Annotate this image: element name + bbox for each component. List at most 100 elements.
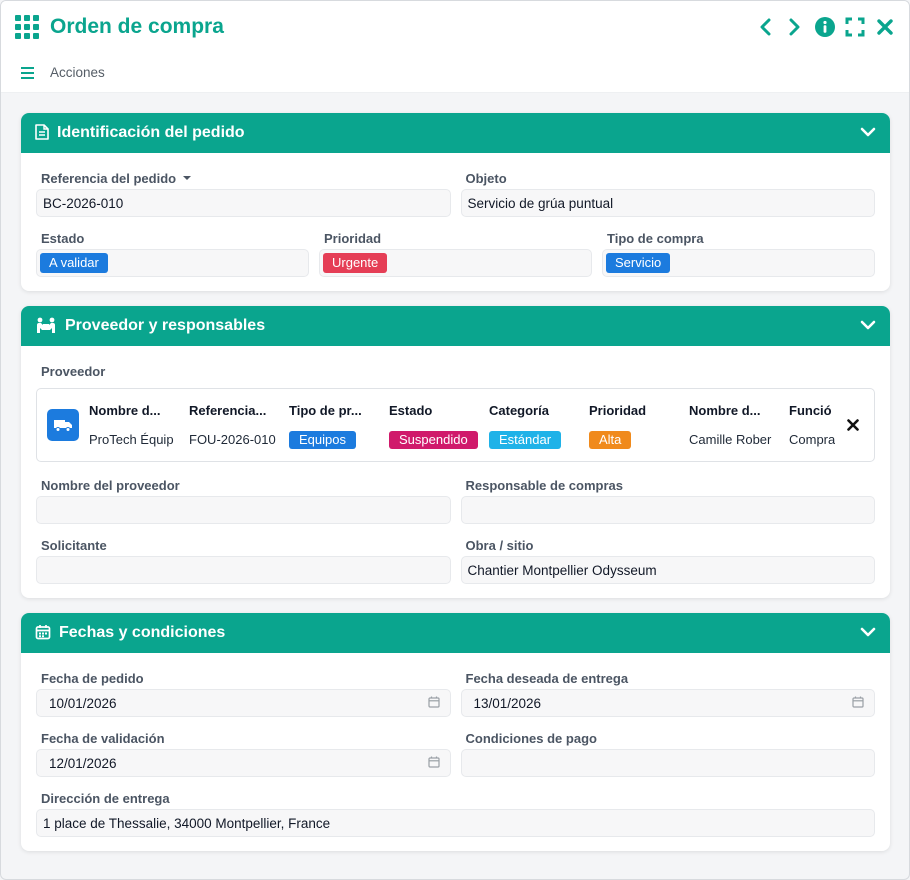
actions-menu-label[interactable]: Acciones xyxy=(50,65,105,80)
reference-label[interactable]: Referencia del pedido xyxy=(36,167,451,189)
next-icon[interactable] xyxy=(785,16,805,38)
supplier-card-column: Estado Suspendido xyxy=(389,401,489,450)
validation-date-input[interactable]: 12/01/2026 xyxy=(36,749,451,777)
order-date-input[interactable]: 10/01/2026 xyxy=(36,689,451,717)
window-actions xyxy=(755,16,895,38)
column-value: Alta xyxy=(589,430,689,450)
dates-panel-header[interactable]: Fechas y condiciones xyxy=(21,613,890,653)
status-label: Estado xyxy=(41,230,85,246)
supplier-panel-header[interactable]: Proveedor y responsables xyxy=(21,306,890,346)
document-icon xyxy=(35,123,49,143)
reference-label-text: Referencia del pedido xyxy=(41,170,177,186)
column-value: Camille Rober xyxy=(689,431,772,447)
status-field: Estado A validar xyxy=(36,227,309,277)
remove-supplier-icon[interactable] xyxy=(842,419,864,431)
column-value: ProTech Équip xyxy=(89,431,174,447)
supplier-card-column: Nombre d... Camille Rober xyxy=(689,401,789,450)
column-value: Estándar xyxy=(489,430,589,450)
supplier-card-column: Tipo de pr... Equipos xyxy=(289,401,389,450)
truck-icon xyxy=(47,409,79,441)
priority-label: Prioridad xyxy=(324,230,382,246)
purchase-type-badge: Servicio xyxy=(606,253,671,273)
supplier-name-label: Nombre del proveedor xyxy=(41,477,180,493)
site-input[interactable]: Chantier Montpellier Odysseum xyxy=(460,556,875,584)
chevron-down-icon[interactable] xyxy=(860,625,876,641)
validation-date-label: Fecha de validación xyxy=(41,730,165,746)
supplier-card-column: Categoría Estándar xyxy=(489,401,589,450)
reference-input[interactable]: BC-2026-010 xyxy=(36,189,451,217)
order-date-field: Fecha de pedido 10/01/2026 xyxy=(36,667,451,717)
site-field: Obra / sitio Chantier Montpellier Odysse… xyxy=(460,534,875,584)
close-icon[interactable] xyxy=(875,16,895,38)
purchasing-manager-field: Responsable de compras xyxy=(460,474,875,524)
requester-input[interactable] xyxy=(36,556,451,584)
requester-label: Solicitante xyxy=(41,537,107,553)
calendar-picker-icon[interactable] xyxy=(427,756,440,771)
priority-field: Prioridad Urgente xyxy=(319,227,592,277)
desired-delivery-label: Fecha deseada de entrega xyxy=(465,670,629,686)
actions-bar: Acciones xyxy=(1,53,909,93)
calendar-picker-icon[interactable] xyxy=(852,696,864,711)
status-badge: A validar xyxy=(40,253,108,273)
supplier-card-column: Funció Compra xyxy=(789,401,835,450)
desired-delivery-value: 13/01/2026 xyxy=(473,695,542,711)
site-label: Obra / sitio xyxy=(465,537,534,553)
calendar-icon xyxy=(35,624,51,643)
caret-down-icon[interactable] xyxy=(182,174,192,182)
chevron-down-icon[interactable] xyxy=(860,318,876,334)
supplier-card-column: Referencia... FOU-2026-010 xyxy=(189,401,289,450)
identification-panel-header[interactable]: Identificación del pedido xyxy=(21,113,890,153)
delivery-address-input[interactable]: 1 place de Thessalie, 34000 Montpellier,… xyxy=(36,809,875,837)
object-field: Objeto Servicio de grúa puntual xyxy=(460,167,875,217)
column-value: FOU-2026-010 xyxy=(189,431,276,447)
identification-panel: Identificación del pedido Referencia del… xyxy=(21,113,890,291)
supplier-card-columns: Nombre d... ProTech Équip Referencia... … xyxy=(89,401,838,450)
column-header: Categoría xyxy=(489,402,549,418)
title-bar: Orden de compra xyxy=(1,1,909,53)
purchasing-manager-input[interactable] xyxy=(460,496,875,524)
app-grid-icon[interactable] xyxy=(15,15,39,39)
product-type-badge: Equipos xyxy=(289,430,356,449)
fullscreen-icon[interactable] xyxy=(845,16,865,38)
category-badge: Estándar xyxy=(489,430,562,449)
people-icon xyxy=(35,316,57,337)
info-icon[interactable] xyxy=(815,16,835,38)
dates-panel-body: Fecha de pedido 10/01/2026 Fecha deseada… xyxy=(21,653,890,851)
reference-field: Referencia del pedido BC-2026-010 xyxy=(36,167,451,217)
priority-badge: Urgente xyxy=(323,253,388,273)
purchase-type-field: Tipo de compra Servicio xyxy=(602,227,875,277)
purchase-type-label: Tipo de compra xyxy=(607,230,704,246)
previous-icon[interactable] xyxy=(755,16,775,38)
column-header: Prioridad xyxy=(589,402,647,418)
menu-icon[interactable] xyxy=(21,66,34,79)
calendar-picker-icon[interactable] xyxy=(427,696,440,711)
delivery-address-label: Dirección de entrega xyxy=(41,790,170,806)
identification-panel-title: Identificación del pedido xyxy=(57,124,245,141)
priority-select[interactable]: Urgente xyxy=(319,249,592,277)
payment-terms-field: Condiciones de pago xyxy=(460,727,875,777)
supplier-panel-body: Proveedor Nombre d... ProTech Équip Refe… xyxy=(21,346,890,598)
supplier-status-badge: Suspendido xyxy=(389,430,478,449)
chevron-down-icon[interactable] xyxy=(860,125,876,141)
column-header: Nombre d... xyxy=(689,402,761,418)
payment-terms-input[interactable] xyxy=(460,749,875,777)
desired-delivery-input[interactable]: 13/01/2026 xyxy=(460,689,875,717)
supplier-card[interactable]: Nombre d... ProTech Équip Referencia... … xyxy=(36,388,875,462)
dates-panel: Fechas y condiciones Fecha de pedido 10/… xyxy=(21,613,890,851)
column-value: Suspendido xyxy=(389,430,489,450)
status-select[interactable]: A validar xyxy=(36,249,309,277)
order-window: Orden de compra Acciones Identificación … xyxy=(0,0,910,880)
column-value: Equipos xyxy=(289,430,389,450)
purchase-type-select[interactable]: Servicio xyxy=(602,249,875,277)
desired-delivery-field: Fecha deseada de entrega 13/01/2026 xyxy=(460,667,875,717)
column-value: Compra xyxy=(789,431,835,447)
object-label: Objeto xyxy=(465,170,507,186)
dates-panel-title: Fechas y condiciones xyxy=(59,624,226,641)
supplier-priority-badge: Alta xyxy=(589,430,632,449)
validation-date-field: Fecha de validación 12/01/2026 xyxy=(36,727,451,777)
supplier-label: Proveedor xyxy=(41,363,106,379)
object-input[interactable]: Servicio de grúa puntual xyxy=(460,189,875,217)
supplier-name-input[interactable] xyxy=(36,496,451,524)
column-header: Referencia... xyxy=(189,402,267,418)
window-title: Orden de compra xyxy=(50,15,224,38)
